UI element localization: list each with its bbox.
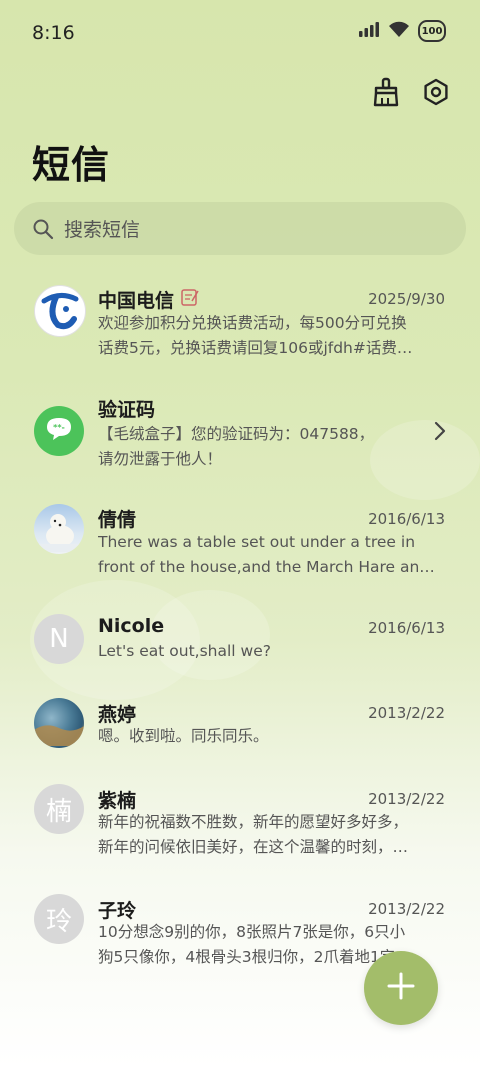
preview-line: Let's eat out,shall we?: [98, 642, 271, 660]
message-preview: 【毛绒盒子】您的验证码为：047588， 请勿泄露于他人！: [98, 422, 446, 472]
search-bar[interactable]: 搜索短信: [14, 202, 466, 255]
battery-level: 100: [421, 25, 443, 37]
conversation-date: 2013/2/22: [368, 790, 445, 808]
status-bar: 8:16 100: [0, 0, 480, 66]
preview-line: 话费5元，兑换话费请回复106或jfdh#话费…: [98, 339, 413, 357]
note-icon: [180, 287, 200, 312]
new-message-button[interactable]: [364, 951, 438, 1025]
status-time: 8:16: [32, 22, 75, 44]
preview-line: There was a table set out under a tree i…: [98, 533, 416, 551]
preview-line: 嗯。收到啦。同乐同乐。: [98, 727, 269, 745]
message-preview: 新年的祝福数不胜数，新年的愿望好多好多， 新年的问候依旧美好，在这个温馨的时刻，…: [98, 810, 446, 860]
conversation-item[interactable]: 楠 紫楠 2013/2/22 新年的祝福数不胜数，新年的愿望好多好多， 新年的问…: [0, 784, 480, 872]
search-icon: [32, 218, 54, 240]
preview-line: 欢迎参加积分兑换话费活动，每500分可兑换: [98, 314, 407, 332]
preview-line: 请勿泄露于他人！: [98, 450, 223, 468]
chevron-right-icon[interactable]: [434, 421, 446, 445]
conversation-name: 验证码: [98, 395, 155, 422]
battery-icon: 100: [418, 20, 446, 42]
avatar-china-telecom: [34, 285, 86, 337]
wifi-icon: [388, 20, 410, 42]
conversation-name: Nicole: [98, 615, 164, 637]
top-actions: [370, 77, 452, 111]
clean-button[interactable]: [370, 77, 402, 111]
conversation-date: 2013/2/22: [368, 704, 445, 722]
sea-photo-icon: [34, 698, 84, 748]
conversation-date: 2025/9/30: [368, 290, 445, 308]
page-title: 短信: [32, 143, 111, 187]
contact-name-text: 子玲: [98, 900, 137, 922]
china-telecom-logo-icon: [38, 287, 82, 335]
gear-icon: [422, 78, 450, 110]
avatar-photo-polar-bear: [34, 504, 84, 554]
avatar-letter: N: [34, 614, 84, 664]
conversation-name: 中国电信: [98, 286, 200, 313]
search-placeholder: 搜索短信: [64, 219, 141, 241]
preview-line: 新年的问候依旧美好，在这个温馨的时刻，…: [98, 838, 409, 856]
preview-line: 10分想念9别的你，8张照片7张是你，6只小: [98, 923, 406, 941]
conversation-item[interactable]: 倩倩 2016/6/13 There was a table set out u…: [0, 503, 480, 591]
conversation-date: 2016/6/13: [368, 619, 445, 637]
signal-icon: [358, 21, 380, 41]
plus-icon: [386, 971, 416, 1005]
preview-line: front of the house,and the March Hare an…: [98, 558, 435, 576]
chat-bubble-icon: **-: [44, 415, 74, 447]
conversation-name: 燕婷: [98, 700, 136, 727]
conversation-name: 子玲: [98, 896, 136, 923]
conversation-date: 2016/6/13: [368, 510, 445, 528]
conversation-item[interactable]: N Nicole 2016/6/13 Let's eat out,shall w…: [0, 613, 480, 673]
avatar-photo-sea: [34, 698, 84, 748]
message-preview: There was a table set out under a tree i…: [98, 530, 446, 580]
message-preview: 嗯。收到啦。同乐同乐。: [98, 724, 446, 749]
contact-name-text: 紫楠: [98, 790, 137, 812]
svg-text:**-: **-: [53, 423, 65, 432]
conversation-item[interactable]: 燕婷 2013/2/22 嗯。收到啦。同乐同乐。: [0, 698, 480, 758]
contact-name-text: Nicole: [98, 615, 165, 637]
conversation-date: 2013/2/22: [368, 900, 445, 918]
conversation-item[interactable]: **- 验证码 【毛绒盒子】您的验证码为：047588， 请勿泄露于他人！: [0, 393, 480, 481]
avatar-verification-code: **-: [34, 406, 84, 456]
conversation-item[interactable]: 中国电信 2025/9/30 欢迎参加积分兑换话费活动，每500分可兑换 话费5…: [0, 282, 480, 370]
status-icons: 100: [358, 20, 446, 42]
contact-name-text: 倩倩: [98, 509, 137, 531]
message-preview: Let's eat out,shall we?: [98, 639, 446, 664]
contact-name-text: 验证码: [98, 399, 156, 421]
preview-line: 【毛绒盒子】您的验证码为：047588，: [98, 425, 375, 443]
message-preview: 欢迎参加积分兑换话费活动，每500分可兑换 话费5元，兑换话费请回复106或jf…: [98, 311, 446, 361]
avatar-letter: 玲: [34, 894, 84, 944]
conversation-name: 紫楠: [98, 786, 136, 813]
polar-bear-icon: [34, 504, 84, 554]
preview-line: 新年的祝福数不胜数，新年的愿望好多好多，: [98, 813, 409, 831]
avatar-letter: 楠: [34, 784, 84, 834]
conversation-name: 倩倩: [98, 505, 136, 532]
settings-button[interactable]: [420, 78, 452, 110]
contact-name-text: 中国电信: [98, 290, 175, 312]
contact-name-text: 燕婷: [98, 704, 137, 726]
broom-icon: [372, 77, 400, 111]
